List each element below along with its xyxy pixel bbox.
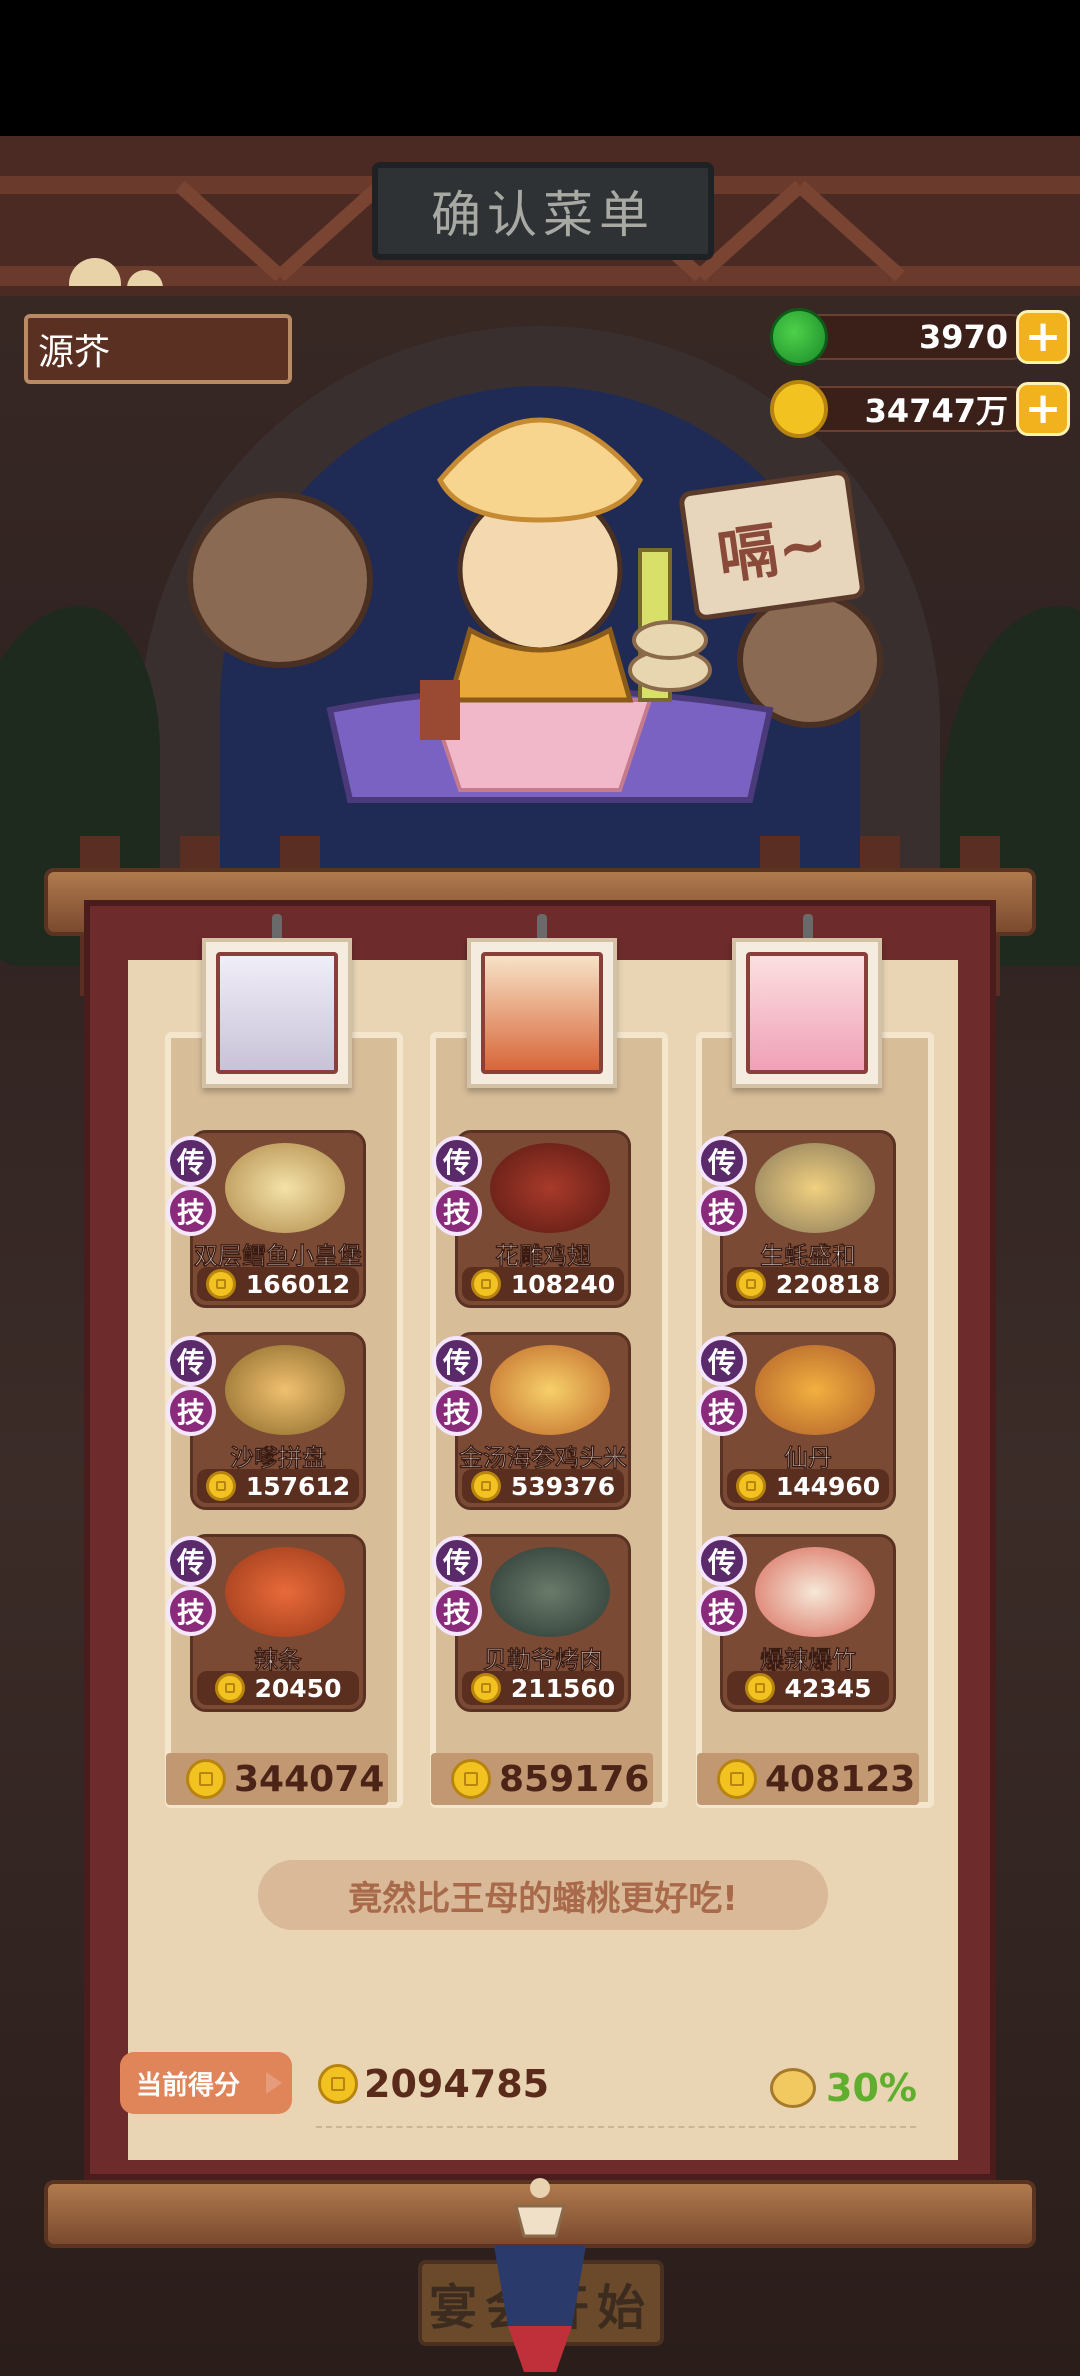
coin-value: 34747万 (794, 386, 1034, 432)
coin-icon (770, 380, 828, 438)
skill-badge: 技 (166, 1186, 216, 1236)
score-bonus: 30% (770, 2066, 917, 2110)
speech-bubble-text: 嗝~ (713, 508, 833, 593)
dish-image (225, 1143, 345, 1233)
guest-comment: 竟然比王母的蟠桃更好吃! (258, 1860, 828, 1930)
jade-value: 3970 (794, 314, 1034, 360)
legend-badge: 传 (697, 1336, 747, 1386)
dish-card[interactable]: 双层鳕鱼小皇堡 166012 (190, 1130, 366, 1308)
coin-icon (186, 1759, 226, 1799)
skill-badge: 技 (697, 1186, 747, 1236)
score-divider (316, 2126, 916, 2128)
piggy-bank-icon (770, 2068, 816, 2108)
legend-badge: 传 (432, 1136, 482, 1186)
dish-price: 166012 (197, 1267, 359, 1301)
skill-badge: 技 (166, 1586, 216, 1636)
coin-icon (735, 1471, 766, 1501)
chef-avatar (216, 952, 338, 1074)
coin-icon (470, 1673, 501, 1703)
dish-name: 生蚝盛和 (760, 1242, 857, 1271)
coin-icon (451, 1759, 491, 1799)
skill-badge: 技 (697, 1386, 747, 1436)
speech-bubble: 嗝~ (677, 468, 867, 622)
coin-icon (205, 1471, 236, 1501)
monkey-king-character (187, 417, 883, 803)
tassel-ornament (494, 2178, 586, 2372)
dish-price: 220818 (727, 1267, 889, 1301)
dish-image (755, 1345, 875, 1435)
legend-badge: 传 (697, 1536, 747, 1586)
dish-image (755, 1143, 875, 1233)
chef-avatar (481, 952, 603, 1074)
dish-price: 108240 (462, 1267, 624, 1301)
jade-currency: 3970 + (770, 308, 1070, 366)
dish-name: 辣条 (254, 1646, 303, 1675)
dish-image (225, 1547, 345, 1637)
dish-name: 仙丹 (784, 1444, 833, 1473)
legend-badge: 传 (166, 1336, 216, 1386)
coin-icon (735, 1269, 766, 1299)
legend-badge: 传 (166, 1536, 216, 1586)
dish-price: 42345 (727, 1671, 889, 1705)
add-jade-button[interactable]: + (1016, 310, 1070, 364)
legend-badge: 传 (166, 1136, 216, 1186)
jade-icon (770, 308, 828, 366)
dish-name: 双层鳕鱼小皇堡 (194, 1242, 363, 1271)
coin-icon (205, 1269, 236, 1299)
score-label: 当前得分 (120, 2052, 292, 2114)
dish-name: 贝勒爷烤肉 (483, 1646, 604, 1675)
chef-avatar (746, 952, 868, 1074)
dish-price: 211560 (462, 1671, 624, 1705)
dish-image (490, 1143, 610, 1233)
dish-price: 20450 (197, 1671, 359, 1705)
dish-name: 爆辣爆竹 (760, 1646, 857, 1675)
skill-badge: 技 (432, 1186, 482, 1236)
dish-price: 144960 (727, 1469, 889, 1503)
legend-badge: 传 (697, 1136, 747, 1186)
dish-image (490, 1345, 610, 1435)
dish-price: 157612 (197, 1469, 359, 1503)
coin-icon (214, 1673, 245, 1703)
coin-icon (318, 2064, 358, 2104)
skill-badge: 技 (166, 1386, 216, 1436)
legend-badge: 传 (432, 1536, 482, 1586)
coin-icon (717, 1759, 757, 1799)
dish-name: 金汤海参鸡头米 (459, 1444, 628, 1473)
skill-badge: 技 (432, 1586, 482, 1636)
coin-currency: 34747万 + (770, 380, 1070, 438)
dish-price: 539376 (462, 1469, 624, 1503)
dish-image (490, 1547, 610, 1637)
chef-portrait-3[interactable] (732, 938, 882, 1088)
skill-badge: 技 (697, 1586, 747, 1636)
chef-portrait-2[interactable] (467, 938, 617, 1088)
menu-confirm-sign: 确认菜单 (372, 162, 714, 260)
dish-name: 沙嗲拼盘 (230, 1444, 327, 1473)
dish-card[interactable]: 沙嗲拼盘 157612 (190, 1332, 366, 1510)
column-total: 859176 (431, 1753, 653, 1805)
coin-icon (470, 1269, 501, 1299)
current-score: 2094785 (318, 2060, 549, 2108)
chef-portrait-1[interactable] (202, 938, 352, 1088)
legend-badge: 传 (432, 1336, 482, 1386)
player-name: 源芥 (24, 314, 292, 384)
dish-name: 花雕鸡翅 (495, 1242, 592, 1271)
dish-image (755, 1547, 875, 1637)
add-coin-button[interactable]: + (1016, 382, 1070, 436)
dish-image (225, 1345, 345, 1435)
skill-badge: 技 (432, 1386, 482, 1436)
coin-icon (744, 1673, 775, 1703)
dish-card[interactable]: 辣条 20450 (190, 1534, 366, 1712)
column-total: 344074 (166, 1753, 388, 1805)
column-total: 408123 (697, 1753, 919, 1805)
coin-icon (470, 1471, 501, 1501)
